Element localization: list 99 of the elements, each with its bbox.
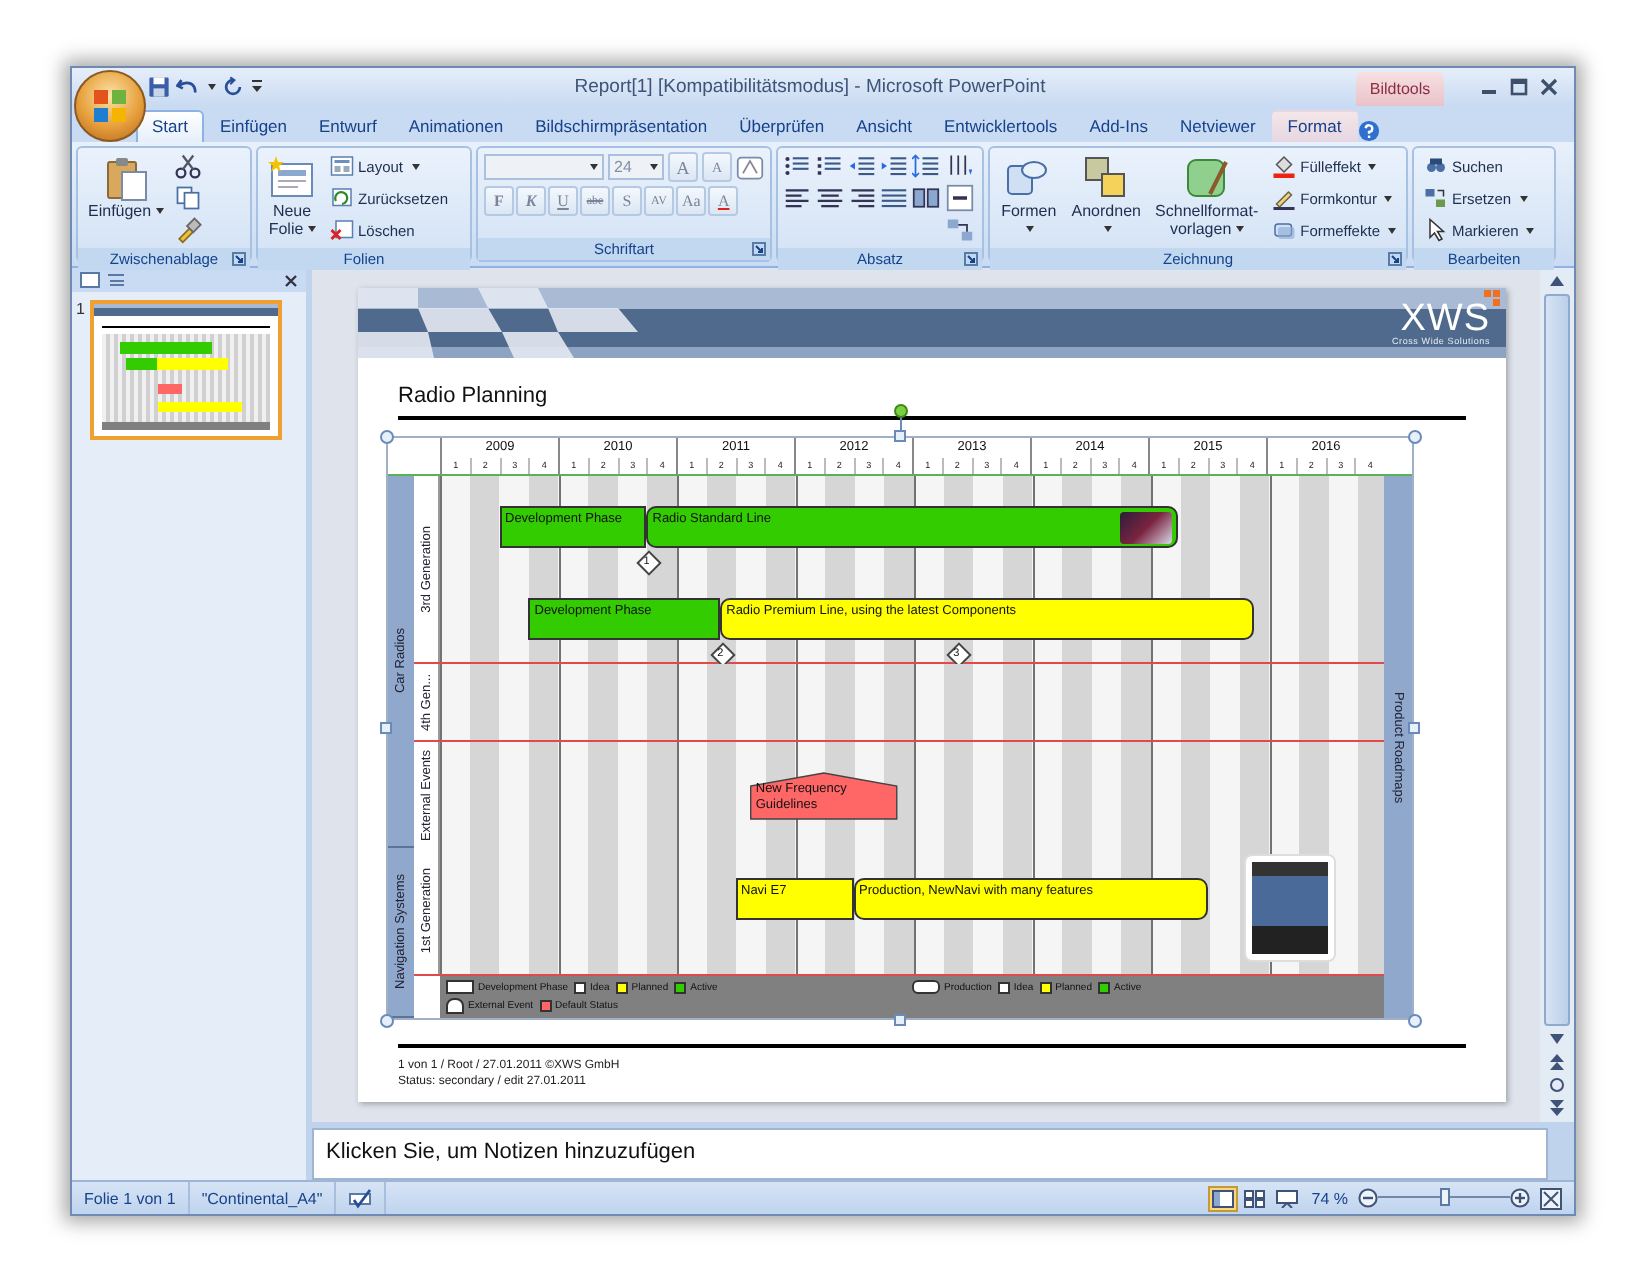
ribbon-tab[interactable]: Format bbox=[1271, 110, 1358, 142]
layout-icon bbox=[330, 154, 354, 178]
ribbon-tab[interactable]: Entwurf bbox=[303, 110, 393, 142]
align-text-icon[interactable] bbox=[946, 184, 974, 212]
redo-icon[interactable] bbox=[222, 76, 244, 98]
zoom-level[interactable]: 74 % bbox=[1301, 1189, 1358, 1207]
zoom-slider[interactable] bbox=[1378, 1188, 1510, 1208]
context-tab-label: Bildtools bbox=[1356, 72, 1444, 106]
ribbon-tab[interactable]: Ansicht bbox=[840, 110, 928, 142]
resize-handle[interactable] bbox=[1408, 722, 1420, 734]
fit-to-window-icon[interactable] bbox=[1540, 1187, 1562, 1209]
caret-icon bbox=[208, 84, 216, 90]
resize-handle[interactable] bbox=[380, 1014, 394, 1028]
next-slide-icon[interactable] bbox=[1546, 1098, 1568, 1118]
previous-slide-icon[interactable] bbox=[1546, 1052, 1568, 1072]
arrange-button[interactable]: Anordnen bbox=[1067, 152, 1146, 240]
slide-thumbnail[interactable] bbox=[90, 300, 283, 440]
save-icon[interactable] bbox=[148, 76, 170, 98]
logo-text: XWS bbox=[1400, 301, 1490, 335]
decrease-indent-icon[interactable] bbox=[848, 152, 876, 180]
zoom-slider-thumb[interactable] bbox=[1440, 1188, 1450, 1206]
outline-tab-icon[interactable] bbox=[106, 272, 126, 288]
zoom-in-icon[interactable] bbox=[1510, 1188, 1530, 1208]
format-painter-icon[interactable] bbox=[173, 216, 202, 244]
copy-icon[interactable] bbox=[173, 184, 202, 212]
align-left-icon[interactable] bbox=[784, 184, 812, 212]
ribbon-tab[interactable]: Netviewer bbox=[1163, 110, 1272, 142]
paste-button[interactable]: Einfügen bbox=[84, 152, 168, 222]
shapes-button[interactable]: Formen bbox=[996, 152, 1062, 240]
slide-number: 1 bbox=[76, 300, 85, 322]
slide-counter: Folie 1 von 1 bbox=[72, 1182, 190, 1214]
ribbon-tab[interactable]: Einfügen bbox=[203, 110, 304, 142]
reset-icon bbox=[330, 186, 354, 210]
theme-name: "Continental_A4" bbox=[189, 1182, 337, 1214]
legend-rectangle bbox=[446, 980, 474, 994]
logo-squares-icon bbox=[1484, 289, 1500, 305]
resize-handle[interactable] bbox=[1408, 1014, 1422, 1028]
slides-tab-icon[interactable] bbox=[80, 272, 100, 288]
dialog-launcher-icon[interactable] bbox=[1388, 252, 1402, 266]
caret-icon bbox=[590, 164, 598, 170]
cursor-icon bbox=[1424, 218, 1448, 242]
ribbon-tab[interactable]: Start bbox=[136, 110, 204, 142]
slide-show-button[interactable] bbox=[1271, 1185, 1302, 1211]
scroll-up-icon[interactable] bbox=[1546, 272, 1568, 290]
resize-handle[interactable] bbox=[380, 722, 392, 734]
ribbon-tab[interactable]: Entwicklertools bbox=[928, 110, 1074, 142]
arrange-icon bbox=[1082, 154, 1131, 202]
resize-handle[interactable] bbox=[380, 430, 394, 444]
ribbon-tab[interactable]: Bildschirmpräsentation bbox=[519, 110, 724, 142]
shape-effects-icon bbox=[1272, 218, 1297, 242]
legend-arch bbox=[446, 998, 464, 1014]
browse-object-icon[interactable] bbox=[1548, 1076, 1566, 1094]
close-icon[interactable] bbox=[284, 273, 298, 287]
close-icon[interactable] bbox=[1540, 78, 1558, 96]
help-icon[interactable] bbox=[1357, 120, 1380, 142]
zoom-out-icon[interactable] bbox=[1358, 1188, 1378, 1208]
dialog-launcher-icon[interactable] bbox=[964, 252, 978, 266]
rotate-handle[interactable] bbox=[894, 404, 908, 418]
quick-styles-button[interactable]: Schnellformat-vorlagen bbox=[1151, 152, 1263, 240]
line-spacing-icon[interactable] bbox=[912, 152, 940, 180]
resize-handle[interactable] bbox=[894, 430, 906, 442]
justify-icon[interactable] bbox=[880, 184, 908, 212]
slide-sorter-button[interactable] bbox=[1239, 1185, 1270, 1211]
new-slide-icon bbox=[268, 154, 316, 202]
numbered-list-icon[interactable] bbox=[816, 152, 844, 180]
quick-styles-icon bbox=[1182, 154, 1231, 202]
photo-placeholder bbox=[1245, 856, 1334, 960]
window-title: Report[1] [Kompatibilitätsmodus] - Microsoft PowerPoint bbox=[572, 76, 1048, 98]
smartart-icon[interactable] bbox=[946, 216, 974, 244]
align-center-icon[interactable] bbox=[816, 184, 844, 212]
bullet-list-icon[interactable] bbox=[784, 152, 812, 180]
office-logo-icon bbox=[92, 88, 128, 124]
undo-icon[interactable] bbox=[176, 76, 198, 98]
binoculars-icon bbox=[1424, 154, 1448, 178]
maximize-icon[interactable] bbox=[1510, 78, 1528, 96]
normal-view-button[interactable] bbox=[1207, 1185, 1238, 1211]
scroll-down-icon[interactable] bbox=[1546, 1030, 1568, 1048]
clipboard-icon bbox=[101, 154, 150, 202]
align-right-icon[interactable] bbox=[848, 184, 876, 212]
new-slide-button[interactable]: Neue Folie bbox=[264, 152, 320, 240]
caret-icon bbox=[650, 164, 658, 170]
ribbon-tab[interactable]: Überprüfen bbox=[723, 110, 841, 142]
scrollbar-thumb[interactable] bbox=[1544, 294, 1570, 1026]
slide-title: Radio Planning bbox=[398, 384, 1466, 420]
replace-icon bbox=[1424, 186, 1448, 210]
resize-handle[interactable] bbox=[1408, 430, 1422, 444]
columns-icon[interactable] bbox=[912, 184, 940, 212]
increase-indent-icon[interactable] bbox=[880, 152, 908, 180]
ribbon-tab[interactable]: Animationen bbox=[392, 110, 520, 142]
customize-toolbar-icon[interactable] bbox=[250, 78, 264, 96]
dialog-launcher-icon[interactable] bbox=[232, 252, 246, 266]
delete-icon bbox=[330, 218, 354, 242]
text-direction-icon[interactable] bbox=[946, 152, 974, 180]
fill-bucket-icon bbox=[1272, 154, 1297, 178]
spell-check-icon[interactable] bbox=[348, 1187, 373, 1209]
ribbon-tab[interactable]: Add-Ins bbox=[1073, 110, 1164, 142]
cut-icon[interactable] bbox=[173, 152, 202, 180]
pen-icon bbox=[1272, 186, 1297, 210]
resize-handle[interactable] bbox=[894, 1014, 906, 1026]
